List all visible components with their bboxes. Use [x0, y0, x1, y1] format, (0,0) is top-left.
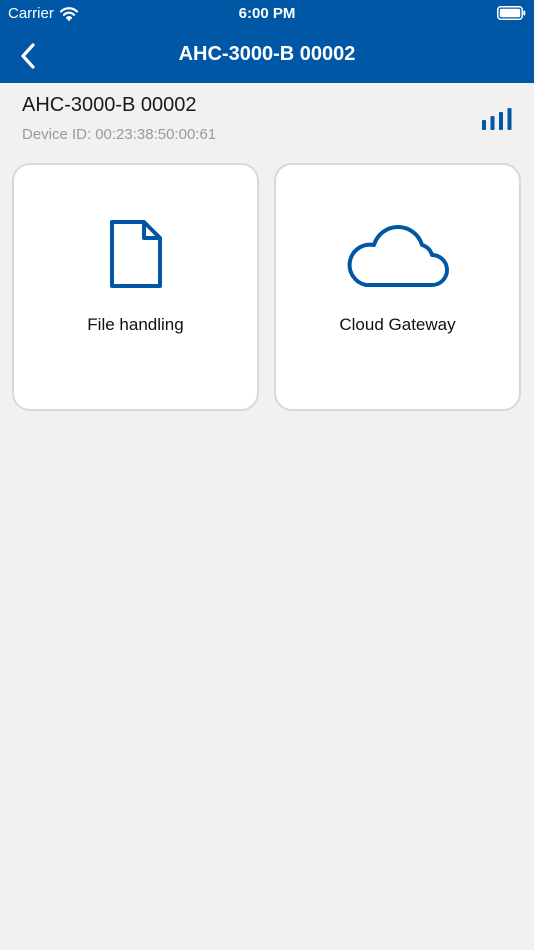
top-bar: Carrier 6:00 PM AHC-3000-B 00002 — [0, 0, 534, 83]
status-bar: Carrier 6:00 PM — [0, 0, 534, 28]
device-id: Device ID: 00:23:38:50:00:61 — [22, 126, 216, 143]
document-icon — [109, 220, 162, 288]
tile-icon-container — [276, 219, 519, 289]
cloud-icon — [347, 225, 449, 287]
device-name: AHC-3000-B 00002 — [22, 94, 197, 116]
nav-title: AHC-3000-B 00002 — [178, 43, 356, 65]
tile-icon-container — [14, 219, 257, 289]
navigation-bar: AHC-3000-B 00002 — [0, 28, 534, 83]
device-id-value: 00:23:38:50:00:61 — [95, 126, 217, 143]
file-handling-label: File handling — [87, 315, 184, 334]
signal-bars-icon — [482, 108, 512, 130]
device-header: AHC-3000-B 00002 Device ID: 00:23:38:50:0… — [0, 83, 534, 153]
back-button[interactable] — [0, 28, 56, 83]
status-time: 6:00 PM — [238, 5, 296, 22]
cloud-gateway-tile[interactable]: Cloud Gateway — [274, 163, 521, 411]
cloud-gateway-label: Cloud Gateway — [339, 315, 456, 334]
battery-icon — [497, 6, 526, 20]
device-id-label: Device ID: — [22, 126, 92, 143]
chevron-left-icon — [21, 42, 35, 69]
file-handling-tile[interactable]: File handling — [12, 163, 259, 411]
